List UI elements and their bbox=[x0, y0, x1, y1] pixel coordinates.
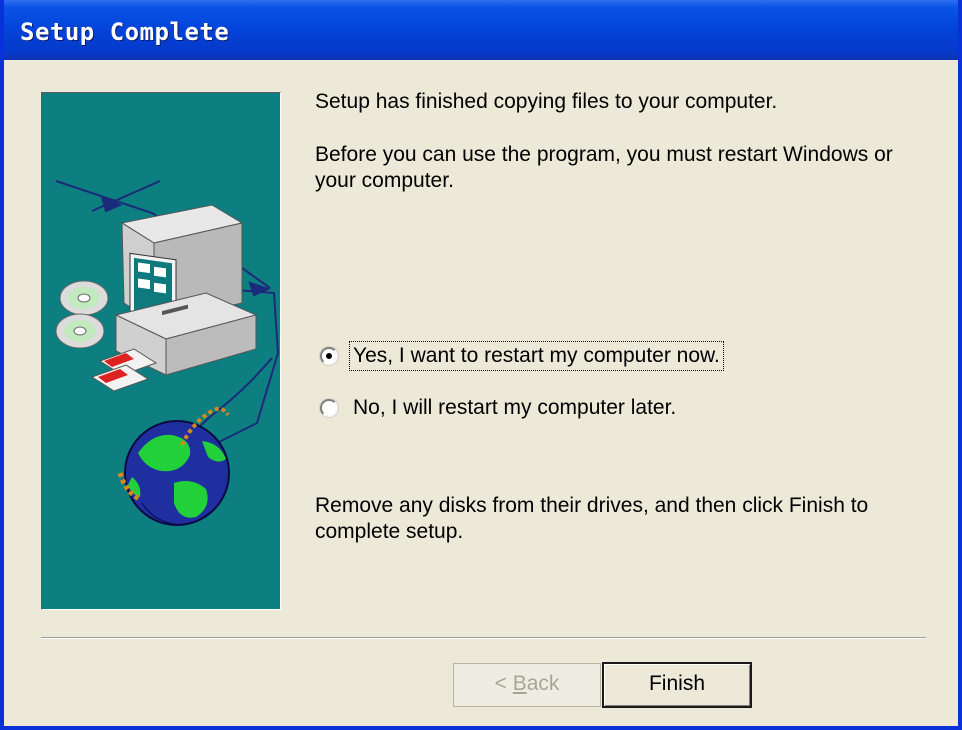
footer-separator bbox=[41, 637, 926, 639]
back-button[interactable]: < Back bbox=[453, 663, 601, 707]
globe-icon bbox=[117, 406, 230, 526]
setup-illustration bbox=[55, 180, 280, 526]
restart-later-label[interactable]: No, I will restart my computer later. bbox=[351, 395, 678, 421]
finished-copying-message: Setup has finished copying files to your… bbox=[315, 90, 778, 113]
finish-button[interactable]: Finish bbox=[602, 662, 752, 708]
restart-later-radio[interactable] bbox=[320, 399, 338, 417]
setup-illustration-panel bbox=[41, 92, 281, 610]
restart-now-radio[interactable] bbox=[320, 347, 338, 365]
restart-now-option[interactable]: Yes, I want to restart my computer now. bbox=[320, 341, 724, 371]
window-title: Setup Complete bbox=[20, 18, 230, 46]
restart-now-label[interactable]: Yes, I want to restart my computer now. bbox=[349, 341, 724, 371]
title-bar[interactable]: Setup Complete bbox=[4, 0, 958, 60]
cd-disc-icon bbox=[55, 280, 109, 349]
radio-selected-dot bbox=[326, 353, 332, 359]
finish-button-label: Finish bbox=[648, 672, 706, 695]
restart-later-option[interactable]: No, I will restart my computer later. bbox=[320, 395, 678, 421]
back-button-prefix: < bbox=[494, 672, 513, 695]
computer-icon bbox=[114, 204, 258, 376]
remove-disks-message: Remove any disks from their drives, and … bbox=[315, 494, 869, 543]
back-button-label: ack bbox=[526, 672, 560, 695]
back-button-mnemonic: B bbox=[512, 672, 527, 695]
restart-required-message: Before you can use the program, you must… bbox=[315, 143, 893, 192]
setup-dialog: Setup Complete Setup has finished copyin… bbox=[0, 0, 962, 730]
